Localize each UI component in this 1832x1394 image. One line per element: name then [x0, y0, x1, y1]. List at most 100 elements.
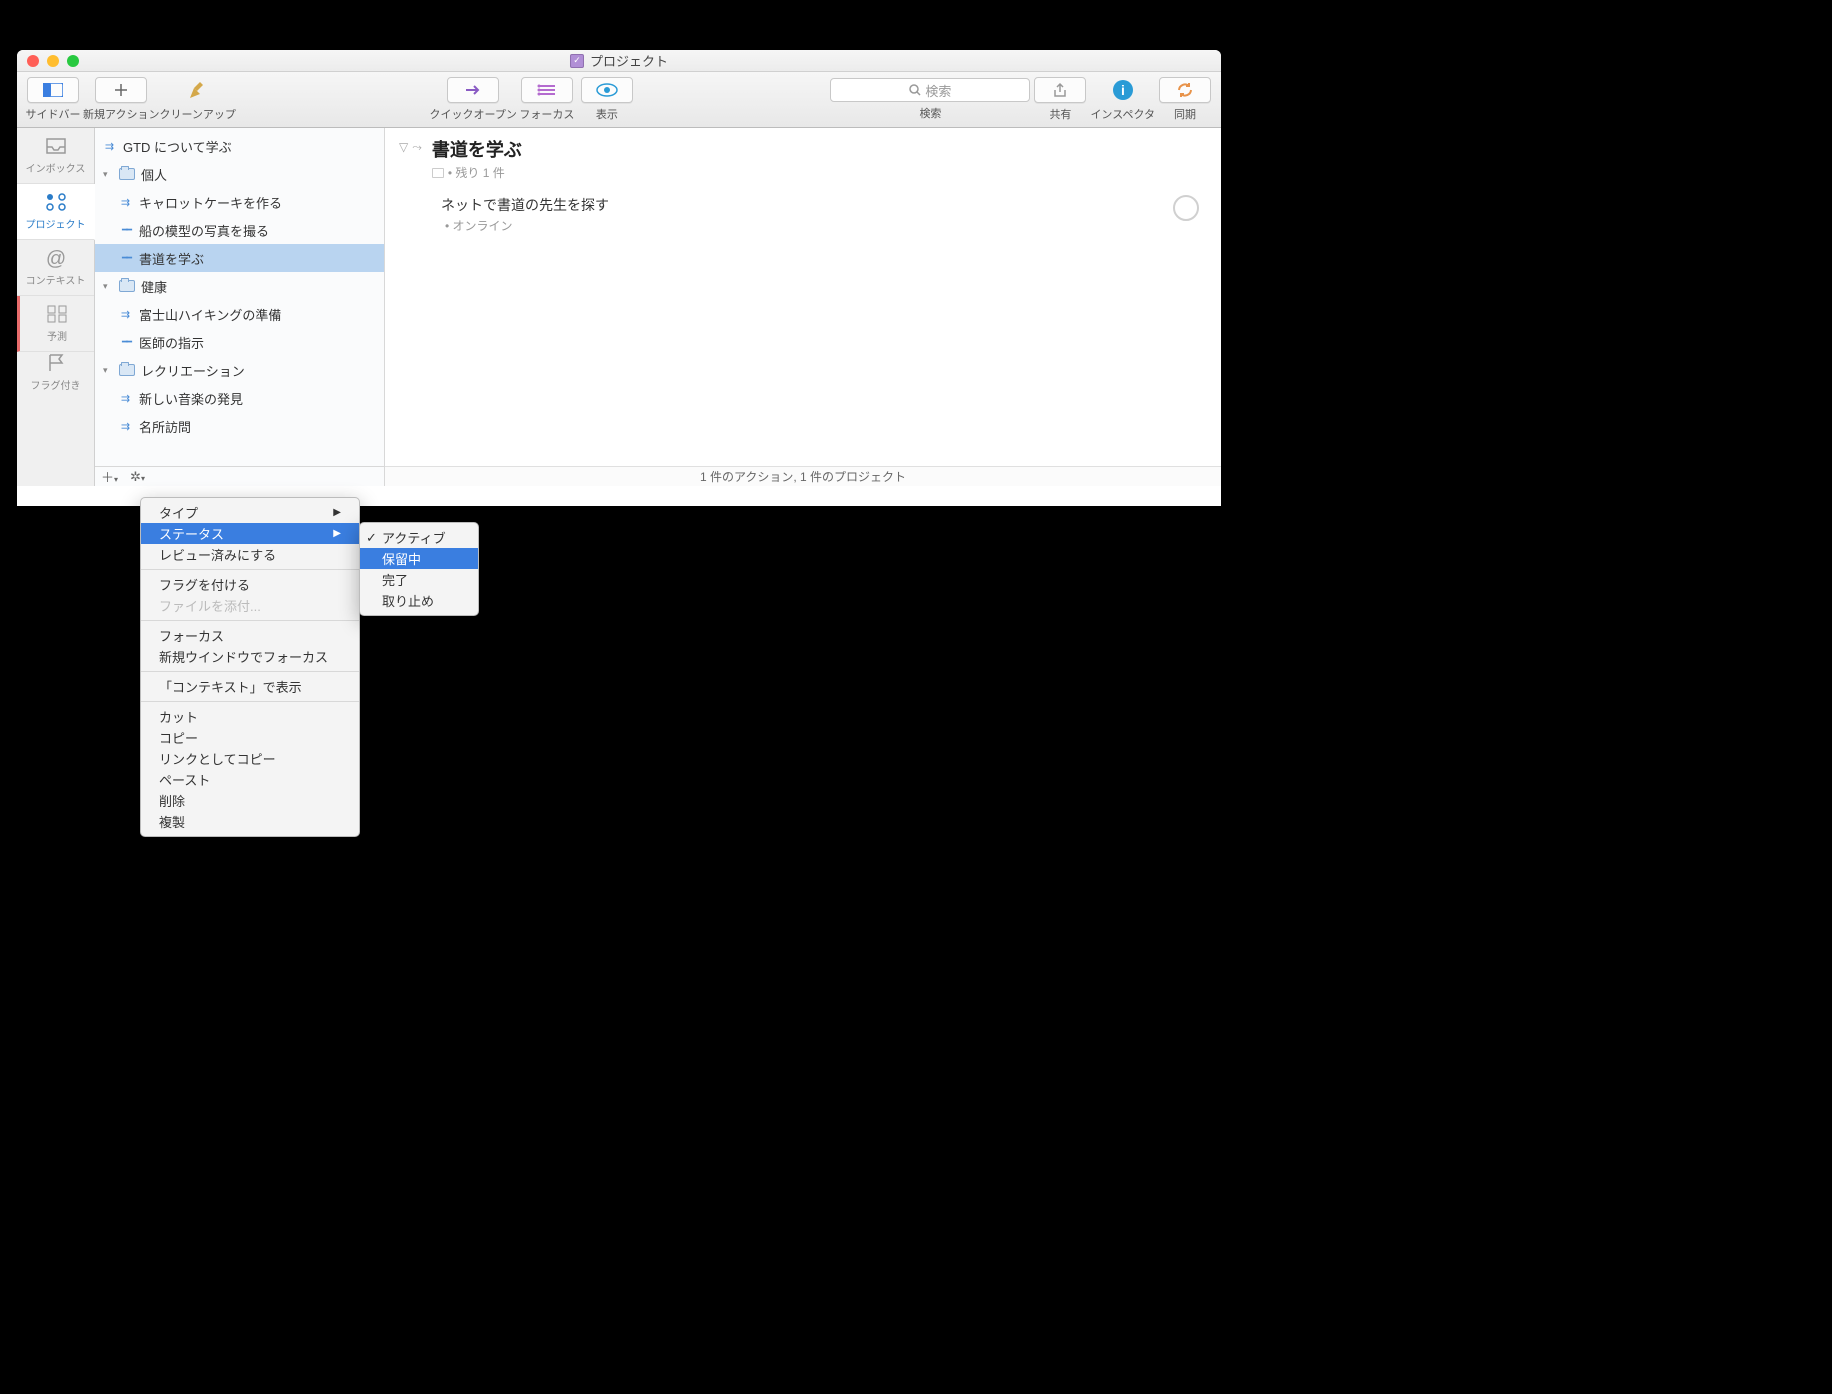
chevron-down-icon[interactable]: ▾	[103, 169, 113, 180]
sidebar-project[interactable]: 船の模型の写真を撮る	[95, 216, 384, 244]
menu-item[interactable]: カット	[141, 706, 359, 727]
share-icon	[1053, 82, 1067, 98]
sidebar-folder[interactable]: ▾ レクリエーション	[95, 356, 384, 384]
menu-item[interactable]: 「コンテキスト」で表示	[141, 676, 359, 697]
search-icon	[909, 84, 921, 96]
menu-item[interactable]: コピー	[141, 727, 359, 748]
inbox-icon	[45, 137, 67, 155]
task-checkbox[interactable]	[1173, 195, 1199, 221]
menu-separator	[141, 569, 359, 570]
menu-separator	[141, 701, 359, 702]
menu-item[interactable]: フラグを付ける	[141, 574, 359, 595]
task-subtext: • オンライン	[441, 217, 609, 234]
note-icon	[432, 168, 444, 178]
menu-item[interactable]: リンクとしてコピー	[141, 748, 359, 769]
menu-item: ファイルを添付...	[141, 595, 359, 616]
broom-icon	[188, 80, 208, 100]
folder-icon	[119, 364, 135, 376]
quick-open-button[interactable]: クイックオープン	[430, 74, 517, 126]
disclosure-icon[interactable]: ▽	[399, 140, 408, 181]
submenu-item[interactable]: 取り止め	[360, 590, 478, 611]
project-header-icons: ▽ ⤳	[399, 136, 422, 181]
submenu-item[interactable]: 完了	[360, 569, 478, 590]
view-button[interactable]: 表示	[577, 74, 637, 126]
submenu-item[interactable]: ✓アクティブ	[360, 527, 478, 548]
sidebar-folder[interactable]: ▾ 個人	[95, 160, 384, 188]
app-icon: ✓	[570, 54, 584, 68]
titlebar: ✓ プロジェクト	[17, 50, 1221, 72]
parallel-icon	[119, 421, 133, 431]
sidebar-button[interactable]: サイドバー	[23, 74, 83, 126]
sidebar-project[interactable]: 新しい音楽の発見	[95, 384, 384, 412]
perspective-projects[interactable]: プロジェクト	[17, 184, 95, 240]
close-icon[interactable]	[27, 55, 39, 67]
menu-item[interactable]: ステータス▶	[141, 523, 359, 544]
toolbar: サイドバー 新規アクション クリーンアップ クイックオープン フォーカス 表示 …	[17, 72, 1221, 128]
menu-item[interactable]: フォーカス	[141, 625, 359, 646]
window-title: ✓ プロジェクト	[570, 51, 668, 70]
status-submenu: ✓アクティブ保留中完了取り止め	[359, 522, 479, 616]
tree-label: 個人	[141, 165, 167, 184]
parallel-icon	[119, 393, 133, 403]
tree-label: 書道を学ぶ	[139, 249, 204, 268]
minimize-icon[interactable]	[47, 55, 59, 67]
chevron-right-icon: ▶	[333, 507, 341, 518]
search-input[interactable]: 検索	[830, 78, 1030, 102]
app-window: ✓ プロジェクト サイドバー 新規アクション クリーンアップ クイックオープン …	[17, 50, 1221, 506]
main-body: ▽ ⤳ 書道を学ぶ • 残り 1 件 ネットで書道の先生を探す	[385, 128, 1221, 466]
new-action-button[interactable]: 新規アクション	[83, 74, 159, 126]
traffic-lights	[17, 55, 79, 67]
submenu-item[interactable]: 保留中	[360, 548, 478, 569]
menu-item[interactable]: 削除	[141, 790, 359, 811]
parallel-icon	[119, 309, 133, 319]
perspective-flagged[interactable]: フラグ付き	[17, 352, 94, 392]
cleanup-button[interactable]: クリーンアップ	[159, 74, 235, 126]
menu-item[interactable]: タイプ▶	[141, 502, 359, 523]
share-button[interactable]: 共有	[1030, 74, 1090, 126]
at-icon: @	[44, 248, 68, 268]
sidebar-project[interactable]: 名所訪問	[95, 412, 384, 440]
context-menu: タイプ▶ステータス▶レビュー済みにするフラグを付けるファイルを添付... フォーカ…	[140, 497, 360, 837]
menu-item[interactable]: 複製	[141, 811, 359, 832]
perspective-inbox[interactable]: インボックス	[17, 128, 94, 184]
sidebar-folder[interactable]: ▾健康	[95, 272, 384, 300]
flag-icon	[47, 353, 65, 373]
perspective-forecast[interactable]: 予測	[17, 296, 94, 352]
sidebar-project[interactable]: 書道を学ぶ	[95, 244, 384, 272]
tree-label: 新しい音楽の発見	[139, 389, 243, 408]
chevron-down-icon[interactable]: ▾	[103, 281, 113, 292]
sidebar-project[interactable]: 医師の指示	[95, 328, 384, 356]
task-row[interactable]: ネットで書道の先生を探す • オンライン	[399, 185, 1207, 240]
tree-label: 名所訪問	[139, 417, 191, 436]
svg-text:i: i	[1121, 82, 1125, 98]
chevron-right-icon: ▶	[333, 528, 341, 539]
sync-button[interactable]: 同期	[1155, 74, 1215, 126]
tree-label: レクリエーション	[141, 361, 245, 380]
arrow-right-icon	[464, 84, 482, 96]
focus-button[interactable]: フォーカス	[517, 74, 577, 126]
inspector-button[interactable]: i インスペクタ	[1090, 74, 1155, 126]
chevron-down-icon[interactable]: ▾	[103, 365, 113, 376]
sidebar-project[interactable]: 富士山ハイキングの準備	[95, 300, 384, 328]
search-field-wrap: 検索 検索	[830, 78, 1030, 121]
sidebar-project[interactable]: キャロットケーキを作る	[95, 188, 384, 216]
plus-icon	[113, 82, 129, 98]
parallel-icon	[103, 141, 117, 151]
gear-button[interactable]: ✲▾	[130, 469, 145, 485]
menu-item[interactable]: ペースト	[141, 769, 359, 790]
menu-item[interactable]: レビュー済みにする	[141, 544, 359, 565]
add-button[interactable]: ＋▾	[101, 467, 118, 486]
content: インボックス プロジェクト @ コンテキスト 予測 フラグ付き GTD について…	[17, 128, 1221, 486]
menu-separator	[141, 620, 359, 621]
sidebar-project[interactable]: GTD について学ぶ	[95, 132, 384, 160]
status-bar: 1 件のアクション, 1 件のプロジェクト	[385, 466, 1221, 486]
project-title[interactable]: 書道を学ぶ	[432, 136, 522, 162]
sequential-icon: ⤳	[412, 140, 422, 181]
menu-separator	[141, 671, 359, 672]
menu-item[interactable]: 新規ウインドウでフォーカス	[141, 646, 359, 667]
project-header: ▽ ⤳ 書道を学ぶ • 残り 1 件	[399, 136, 1207, 181]
sidebar: GTD について学ぶ ▾ 個人キャロットケーキを作る船の模型の写真を撮る書道を学ぶ ▾…	[95, 128, 385, 486]
perspective-contexts[interactable]: @ コンテキスト	[17, 240, 94, 296]
zoom-icon[interactable]	[67, 55, 79, 67]
tree-label: 船の模型の写真を撮る	[139, 221, 269, 240]
